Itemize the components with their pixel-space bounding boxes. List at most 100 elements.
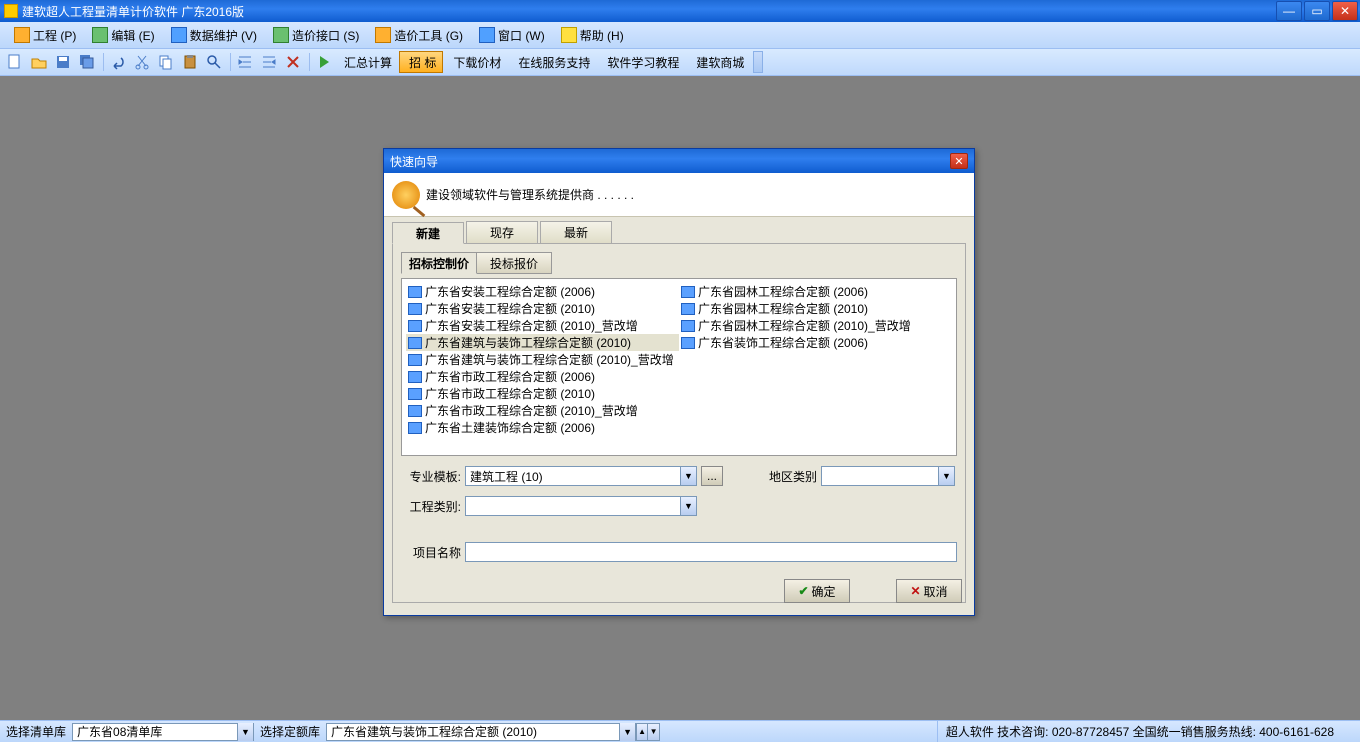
minimize-button[interactable]: — [1276, 1, 1302, 21]
chevron-down-icon: ▼ [680, 497, 696, 515]
list-item[interactable]: 广东省建筑与装饰工程综合定额 (2010)_营改增 [406, 351, 679, 368]
download-price-button[interactable]: 下载价材 [443, 51, 508, 73]
paste-icon[interactable] [179, 52, 201, 72]
list-item[interactable]: 广东省安装工程综合定额 (2006) [406, 283, 679, 300]
file-icon [408, 337, 422, 349]
cut-icon[interactable] [131, 52, 153, 72]
save-icon[interactable] [52, 52, 74, 72]
indent-left-icon[interactable] [258, 52, 280, 72]
main-titlebar: 建软超人工程量清单计价软件 广东2016版 — ▭ ✕ [0, 0, 1360, 22]
list-item[interactable]: 广东省园林工程综合定额 (2010) [679, 300, 952, 317]
app-icon [4, 4, 18, 18]
tab-existing[interactable]: 现存 [466, 221, 538, 243]
play-icon[interactable] [313, 52, 335, 72]
list-item[interactable]: 广东省市政工程综合定额 (2010)_营改增 [406, 402, 679, 419]
list-item[interactable]: 广东省市政工程综合定额 (2006) [406, 368, 679, 385]
step-down-button[interactable]: ▼ [648, 723, 660, 741]
menu-project[interactable]: 工程 (P) [6, 25, 84, 46]
lib-combo[interactable]: 广东省08清单库▼ [72, 723, 254, 741]
close-icon: ✕ [910, 584, 920, 598]
list-item[interactable]: 广东省建筑与装饰工程综合定额 (2010) [406, 334, 679, 351]
chevron-down-icon: ▼ [680, 467, 696, 485]
mall-button[interactable]: 建软商城 [686, 51, 751, 73]
ok-button[interactable]: ✔确定 [784, 579, 850, 603]
app-title: 建软超人工程量清单计价软件 广东2016版 [22, 3, 244, 20]
file-icon [681, 303, 695, 315]
proj-name-input[interactable] [465, 542, 957, 562]
summary-calc-button[interactable]: 汇总计算 [337, 51, 399, 73]
wizard-icon [392, 181, 420, 209]
region-label: 地区类别 [747, 468, 817, 485]
list-item[interactable]: 广东省装饰工程综合定额 (2006) [679, 334, 952, 351]
status-info: 超人软件 技术咨询: 020-87728457 全国统一销售服务热线: 400-… [937, 721, 1342, 742]
dialog-tabs: 新建 现存 最新 [384, 217, 974, 243]
sub-tabs: 招标控制价 投标报价 [401, 252, 957, 274]
proj-type-label: 工程类别: [401, 498, 461, 515]
lib-value: 广东省08清单库 [73, 723, 237, 740]
proj-type-combo[interactable]: ▼ [465, 496, 697, 516]
menu-window[interactable]: 窗口 (W) [471, 25, 553, 46]
file-icon [681, 320, 695, 332]
menu-edit[interactable]: 编辑 (E) [84, 25, 162, 46]
delete-row-icon[interactable] [282, 52, 304, 72]
chevron-down-icon: ▼ [938, 467, 954, 485]
template-label: 专业模板: [401, 468, 461, 485]
file-icon [408, 422, 422, 434]
region-combo[interactable]: ▼ [821, 466, 955, 486]
copy-icon[interactable] [155, 52, 177, 72]
cancel-button[interactable]: ✕取消 [896, 579, 962, 603]
dialog-titlebar: 快速向导 ✕ [384, 149, 974, 173]
quota-value: 广东省建筑与装饰工程综合定额 (2010) [327, 723, 619, 740]
file-icon [408, 303, 422, 315]
tab-recent[interactable]: 最新 [540, 221, 612, 243]
file-icon [408, 405, 422, 417]
dialog-title: 快速向导 [390, 153, 438, 170]
file-icon [408, 286, 422, 298]
new-file-icon[interactable] [4, 52, 26, 72]
quota-label: 选择定额库 [254, 723, 326, 740]
toolbar: 汇总计算 招 标 下载价材 在线服务支持 软件学习教程 建软商城 [0, 49, 1360, 76]
list-item[interactable]: 广东省安装工程综合定额 (2010)_营改增 [406, 317, 679, 334]
open-file-icon[interactable] [28, 52, 50, 72]
find-icon[interactable] [203, 52, 225, 72]
dialog-body: 招标控制价 投标报价 广东省安装工程综合定额 (2006)广东省安装工程综合定额… [392, 243, 966, 603]
quota-listbox[interactable]: 广东省安装工程综合定额 (2006)广东省安装工程综合定额 (2010)广东省安… [401, 278, 957, 456]
menu-cost-tools[interactable]: 造价工具 (G) [367, 25, 471, 46]
menu-data[interactable]: 数据维护 (V) [163, 25, 265, 46]
chevron-down-icon: ▼ [619, 723, 635, 741]
list-item[interactable]: 广东省安装工程综合定额 (2010) [406, 300, 679, 317]
template-combo[interactable]: 建筑工程 (10)▼ [465, 466, 697, 486]
indent-right-icon[interactable] [234, 52, 256, 72]
maximize-button[interactable]: ▭ [1304, 1, 1330, 21]
menu-bar: 工程 (P) 编辑 (E) 数据维护 (V) 造价接口 (S) 造价工具 (G)… [0, 22, 1360, 49]
menu-cost-interface[interactable]: 造价接口 (S) [265, 25, 367, 46]
toolbar-overflow[interactable] [753, 51, 763, 73]
tender-button[interactable]: 招 标 [399, 51, 443, 73]
list-item[interactable]: 广东省园林工程综合定额 (2010)_营改增 [679, 317, 952, 334]
dialog-close-button[interactable]: ✕ [950, 153, 968, 169]
list-item[interactable]: 广东省市政工程综合定额 (2010) [406, 385, 679, 402]
proj-name-label: 项目名称 [401, 544, 461, 561]
save-all-icon[interactable] [76, 52, 98, 72]
list-item[interactable]: 广东省园林工程综合定额 (2006) [679, 283, 952, 300]
status-bar: 选择清单库 广东省08清单库▼ 选择定额库 广东省建筑与装饰工程综合定额 (20… [0, 720, 1360, 742]
menu-help[interactable]: 帮助 (H) [553, 25, 632, 46]
file-icon [681, 286, 695, 298]
file-icon [408, 320, 422, 332]
undo-icon[interactable] [107, 52, 129, 72]
step-up-button[interactable]: ▲ [636, 723, 648, 741]
list-item[interactable]: 广东省土建装饰综合定额 (2006) [406, 419, 679, 436]
banner-text: 建设领域软件与管理系统提供商 . . . . . . [426, 186, 634, 203]
file-icon [408, 388, 422, 400]
subtab-control-price[interactable]: 招标控制价 [401, 252, 477, 274]
tutorial-button[interactable]: 软件学习教程 [597, 51, 686, 73]
quota-combo[interactable]: 广东省建筑与装饰工程综合定额 (2010)▼ [326, 723, 636, 741]
close-button[interactable]: ✕ [1332, 1, 1358, 21]
lib-label: 选择清单库 [0, 723, 72, 740]
online-support-button[interactable]: 在线服务支持 [508, 51, 597, 73]
tab-new[interactable]: 新建 [392, 222, 464, 244]
template-browse-button[interactable]: ... [701, 466, 723, 486]
dialog-banner: 建设领域软件与管理系统提供商 . . . . . . [384, 173, 974, 217]
subtab-bid-price[interactable]: 投标报价 [476, 252, 552, 274]
file-icon [408, 354, 422, 366]
